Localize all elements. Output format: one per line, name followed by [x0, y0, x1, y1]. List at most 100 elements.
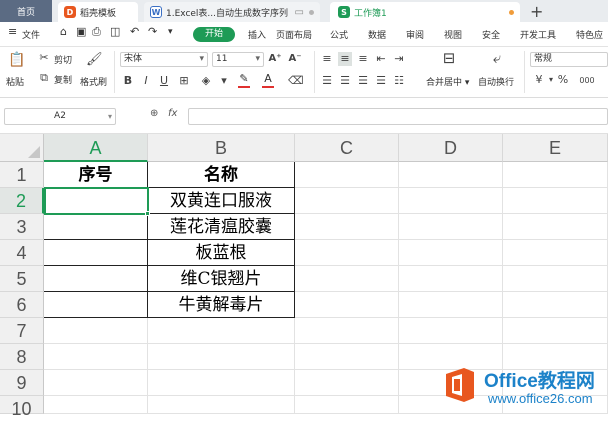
name-box[interactable]: A2 ▾: [4, 108, 116, 125]
cell-e7[interactable]: [503, 318, 608, 344]
print-preview-icon[interactable]: ◫: [110, 25, 120, 38]
font-size-select[interactable]: 11 ▾: [212, 52, 264, 67]
fill-color-arrow-icon[interactable]: ▾: [218, 74, 230, 88]
cell-b9[interactable]: [148, 370, 295, 396]
row-header-9[interactable]: 9: [0, 370, 44, 396]
wrap-text-icon[interactable]: ⤶: [488, 51, 506, 66]
cell-d4[interactable]: [399, 240, 503, 266]
border-icon[interactable]: ⊞: [178, 74, 190, 88]
menu-insert[interactable]: 插入: [248, 28, 266, 41]
cell-c6[interactable]: [295, 292, 399, 318]
font-name-select[interactable]: 宋体 ▾: [120, 52, 208, 67]
menu-review[interactable]: 审阅: [406, 28, 424, 41]
select-all-corner[interactable]: [0, 134, 44, 162]
folder-icon[interactable]: ⌂: [60, 25, 67, 38]
font-color-icon[interactable]: A: [262, 72, 274, 88]
row-header-8[interactable]: 8: [0, 344, 44, 370]
decrease-font-icon[interactable]: A⁻: [288, 52, 302, 66]
cell-a9[interactable]: [44, 370, 148, 396]
cell-c8[interactable]: [295, 344, 399, 370]
cell-d2[interactable]: [399, 188, 503, 214]
cell-a7[interactable]: [44, 318, 148, 344]
indent-right-icon[interactable]: ⇥: [392, 52, 406, 66]
bold-icon[interactable]: B: [122, 74, 134, 88]
cell-c9[interactable]: [295, 370, 399, 396]
merge-center-button[interactable]: 合并居中 ▾: [426, 75, 469, 88]
cell-a10[interactable]: [44, 396, 148, 414]
currency-dropdown-icon[interactable]: ▾: [546, 73, 556, 87]
cell-b4[interactable]: 板蓝根: [148, 240, 295, 266]
copy-button[interactable]: 复制: [54, 73, 72, 86]
cell-b7[interactable]: [148, 318, 295, 344]
paste-button[interactable]: 粘贴: [6, 75, 24, 88]
merge-center-icon[interactable]: ⊟: [440, 51, 458, 66]
cell-a5[interactable]: [44, 266, 148, 292]
cut-button[interactable]: 剪切: [54, 53, 72, 66]
menu-page-layout[interactable]: 页面布局: [276, 28, 312, 41]
cell-e1[interactable]: [503, 162, 608, 188]
fill-handle[interactable]: [145, 211, 150, 216]
format-painter-button[interactable]: 格式刷: [80, 75, 107, 88]
justify-icon[interactable]: ☰: [374, 74, 388, 88]
menu-security[interactable]: 安全: [482, 28, 500, 41]
row-header-10[interactable]: 10: [0, 396, 44, 419]
cell-d1[interactable]: [399, 162, 503, 188]
zoom-search-icon[interactable]: ⊕: [150, 108, 158, 119]
formula-input[interactable]: [188, 108, 608, 125]
indent-left-icon[interactable]: ⇤: [374, 52, 388, 66]
cut-icon[interactable]: ✂: [38, 51, 50, 65]
menu-start[interactable]: 开始: [193, 27, 235, 42]
fill-color-icon[interactable]: ◈: [200, 74, 212, 88]
row-header-4[interactable]: 4: [0, 240, 44, 266]
row-header-2[interactable]: 2: [0, 188, 44, 214]
cell-c3[interactable]: [295, 214, 399, 240]
print-icon[interactable]: ⎙: [92, 25, 101, 39]
cell-b5[interactable]: 维C银翘片: [148, 266, 295, 292]
cell-b10[interactable]: [148, 396, 295, 414]
increase-font-icon[interactable]: A⁺: [268, 52, 282, 66]
menu-file[interactable]: 文件: [22, 28, 40, 41]
column-header-b[interactable]: B: [148, 134, 295, 162]
thousands-separator-icon[interactable]: 000: [576, 74, 598, 88]
save-icon[interactable]: ▣: [76, 25, 86, 38]
row-header-5[interactable]: 5: [0, 266, 44, 292]
cell-c7[interactable]: [295, 318, 399, 344]
cell-c10[interactable]: [295, 396, 399, 414]
menu-formulas[interactable]: 公式: [330, 28, 348, 41]
cell-b3[interactable]: 莲花清瘟胶囊: [148, 214, 295, 240]
number-format-select[interactable]: 常规: [530, 52, 608, 67]
row-header-6[interactable]: 6: [0, 292, 44, 318]
cell-c2[interactable]: [295, 188, 399, 214]
cell-e6[interactable]: [503, 292, 608, 318]
align-middle-icon[interactable]: ≡: [338, 52, 352, 66]
clear-format-icon[interactable]: ⌫: [288, 74, 304, 88]
hamburger-icon[interactable]: ≡: [8, 25, 17, 38]
cell-b6[interactable]: 牛黄解毒片: [148, 292, 295, 318]
align-left-icon[interactable]: ☰: [320, 74, 334, 88]
cell-e2[interactable]: [503, 188, 608, 214]
cell-b1[interactable]: 名称: [148, 162, 295, 188]
cell-c4[interactable]: [295, 240, 399, 266]
cell-b2[interactable]: 双黄连口服液: [148, 188, 295, 214]
cell-a3[interactable]: [44, 214, 148, 240]
highlight-color-icon[interactable]: ✎: [238, 72, 250, 88]
cell-d5[interactable]: [399, 266, 503, 292]
menu-view[interactable]: 视图: [444, 28, 462, 41]
cell-a4[interactable]: [44, 240, 148, 266]
cell-d7[interactable]: [399, 318, 503, 344]
cell-e4[interactable]: [503, 240, 608, 266]
align-top-icon[interactable]: ≡: [320, 52, 334, 66]
menu-special[interactable]: 特色应: [576, 28, 603, 41]
align-center-icon[interactable]: ☰: [338, 74, 352, 88]
wrap-text-button[interactable]: 自动换行: [478, 75, 514, 88]
cell-d6[interactable]: [399, 292, 503, 318]
menu-data[interactable]: 数据: [368, 28, 386, 41]
cell-a8[interactable]: [44, 344, 148, 370]
cell-c1[interactable]: [295, 162, 399, 188]
align-bottom-icon[interactable]: ≡: [356, 52, 370, 66]
new-tab-plus-icon[interactable]: +: [530, 2, 543, 21]
column-header-a[interactable]: A: [44, 134, 148, 162]
cell-d3[interactable]: [399, 214, 503, 240]
distribute-icon[interactable]: ☷: [392, 74, 406, 88]
align-right-icon[interactable]: ☰: [356, 74, 370, 88]
